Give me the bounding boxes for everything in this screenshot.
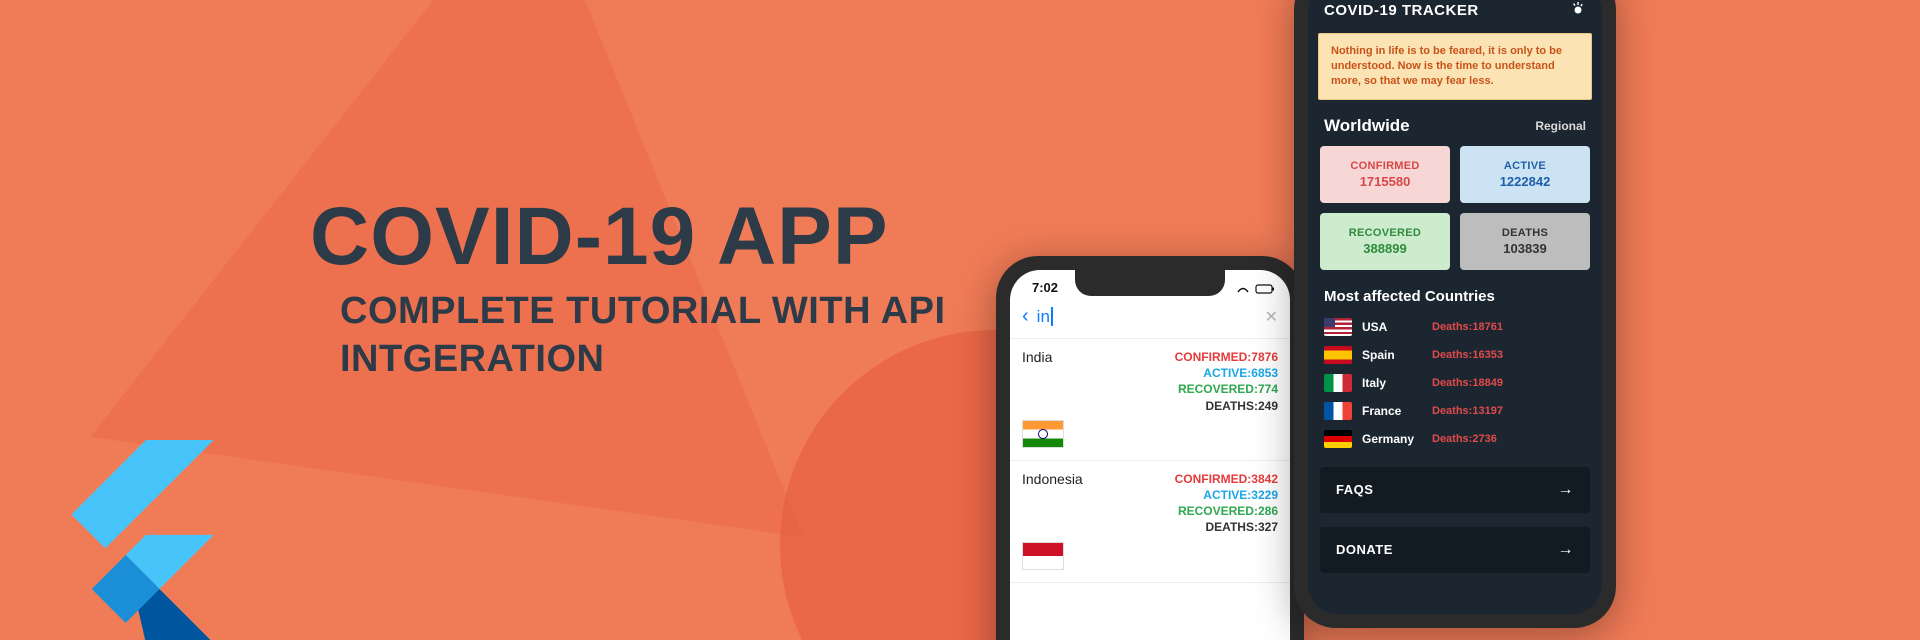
country-stats: CONFIRMED:7876 ACTIVE:6853 RECOVERED:774…	[1175, 349, 1278, 414]
country-list: USA Deaths:18761 Spain Deaths:16353 Ital…	[1308, 313, 1602, 453]
phone-search-mock: 7:02 ‹ in ✕ India CONFIRME	[996, 256, 1304, 640]
stat-card-confirmed: CONFIRMED 1715580	[1320, 146, 1450, 203]
arrow-right-icon: →	[1558, 481, 1575, 499]
status-time: 7:02	[1032, 280, 1058, 295]
flutter-logo-icon	[44, 440, 214, 640]
flag-italy-icon	[1324, 374, 1352, 392]
heading-block: COVID-19 APP COMPLETE TUTORIAL WITH API …	[310, 196, 946, 383]
faqs-button[interactable]: FAQS →	[1320, 467, 1590, 513]
donate-button[interactable]: DONATE →	[1320, 527, 1590, 573]
flag-usa-icon	[1324, 318, 1352, 336]
list-item[interactable]: India CONFIRMED:7876 ACTIVE:6853 RECOVER…	[1010, 339, 1290, 461]
tab-worldwide[interactable]: Worldwide	[1324, 116, 1410, 136]
status-icons	[1236, 280, 1276, 295]
quote-banner: Nothing in life is to be feared, it is o…	[1318, 33, 1592, 100]
country-name: India	[1022, 349, 1052, 365]
tab-regional[interactable]: Regional	[1535, 119, 1586, 133]
list-item[interactable]: Italy Deaths:18849	[1324, 369, 1586, 397]
list-item[interactable]: Spain Deaths:16353	[1324, 341, 1586, 369]
page-subtitle: COMPLETE TUTORIAL WITH API INTGERATION	[340, 288, 946, 383]
phone-tracker-mock: COVID-19 TRACKER Nothing in life is to b…	[1294, 0, 1616, 628]
list-item[interactable]: Indonesia CONFIRMED:3842 ACTIVE:3229 REC…	[1010, 461, 1290, 583]
clear-icon[interactable]: ✕	[1265, 307, 1278, 327]
page-title: COVID-19 APP	[310, 196, 946, 278]
list-item[interactable]: Germany Deaths:2736	[1324, 425, 1586, 453]
flag-spain-icon	[1324, 346, 1352, 364]
arrow-right-icon: →	[1558, 541, 1575, 559]
flag-indonesia-icon	[1022, 542, 1064, 570]
theme-toggle-icon[interactable]	[1570, 0, 1586, 21]
stat-card-recovered: RECOVERED 388899	[1320, 213, 1450, 270]
list-item[interactable]: France Deaths:13197	[1324, 397, 1586, 425]
app-header: COVID-19 TRACKER	[1308, 0, 1602, 33]
country-name: Indonesia	[1022, 471, 1083, 487]
flag-india-icon	[1022, 420, 1064, 448]
scope-tabs: Worldwide Regional	[1308, 112, 1602, 146]
flag-germany-icon	[1324, 430, 1352, 448]
search-bar: ‹ in ✕	[1010, 299, 1290, 339]
subheading-most-affected: Most affected Countries	[1308, 270, 1602, 313]
stats-grid: CONFIRMED 1715580 ACTIVE 1222842 RECOVER…	[1308, 146, 1602, 270]
list-item[interactable]: USA Deaths:18761	[1324, 313, 1586, 341]
app-title: COVID-19 TRACKER	[1324, 2, 1479, 19]
banner-canvas: COVID-19 APP COMPLETE TUTORIAL WITH API …	[0, 0, 1920, 640]
phone-notch	[1075, 270, 1225, 296]
stat-card-active: ACTIVE 1222842	[1460, 146, 1590, 203]
country-stats: CONFIRMED:3842 ACTIVE:3229 RECOVERED:286…	[1175, 471, 1278, 536]
back-icon[interactable]: ‹	[1022, 305, 1029, 328]
flag-france-icon	[1324, 402, 1352, 420]
search-input[interactable]: in	[1037, 307, 1257, 327]
stat-card-deaths: DEATHS 103839	[1460, 213, 1590, 270]
